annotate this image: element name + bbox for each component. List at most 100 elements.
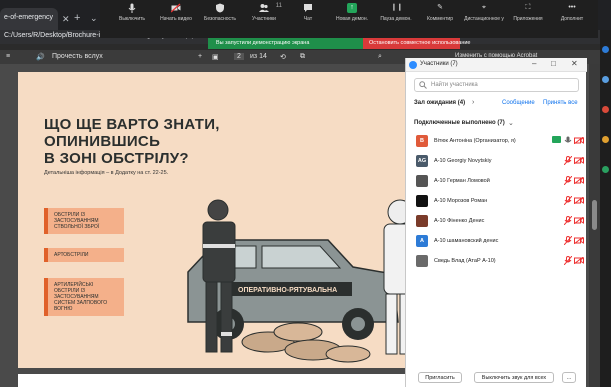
more-button[interactable]: ••• Дополнит (548, 3, 596, 22)
browser-sidebar (600, 30, 611, 387)
search-icon[interactable]: ⌕ (378, 53, 382, 61)
avatar: AG (416, 155, 428, 167)
video-off-icon[interactable] (574, 237, 584, 244)
video-off-icon[interactable] (574, 217, 584, 224)
new-tab-icon[interactable]: + (74, 12, 80, 24)
participant-row[interactable]: А А-10 шамановский денис (412, 234, 584, 250)
chevron-down-icon[interactable]: ⌄ (90, 13, 98, 24)
mute-button[interactable]: Выключить (108, 3, 156, 22)
connected-label[interactable]: Подключенные выполнено (7) (414, 120, 505, 126)
page-number-input[interactable]: 2 (234, 53, 244, 60)
accept-all-button[interactable]: Принять все (543, 100, 578, 106)
video-off-icon[interactable] (574, 137, 584, 144)
video-off-icon[interactable] (574, 197, 584, 204)
start-video-button[interactable]: Начать видео (152, 3, 200, 22)
participants-icon (259, 4, 269, 12)
participant-row[interactable]: Сведь Влад (АтаР А-10) (412, 254, 584, 270)
chat-icon (304, 4, 312, 12)
remote-control-button[interactable]: ⌖ Дистанционное у (460, 3, 508, 22)
video-off-icon[interactable] (574, 257, 584, 264)
read-aloud-icon[interactable]: 🔊 (36, 53, 45, 61)
close-tab-icon[interactable]: ✕ (62, 14, 70, 25)
avatar: В (416, 135, 428, 147)
minimize-icon[interactable]: – (532, 59, 536, 68)
new-share-button[interactable]: ↑ Новая демон. (328, 3, 376, 22)
mic-muted-icon[interactable] (564, 176, 572, 185)
stop-share-button[interactable]: Остановить совместное использование (363, 38, 471, 49)
more-label: Дополнит (560, 16, 584, 22)
mute-all-button[interactable]: Выключить звук для всех (474, 372, 554, 383)
fit-page-icon[interactable]: ▣ (212, 53, 219, 61)
two-page-icon[interactable]: ⧉ (300, 53, 305, 61)
participant-row[interactable]: А-10 Герман Ломовой (412, 174, 584, 190)
search-icon (419, 81, 427, 89)
sidebar-app-icon[interactable] (602, 106, 609, 113)
zoom-meeting-toolbar: Выключить Начать видео Безопасность 11 У… (100, 0, 598, 38)
video-off-icon[interactable] (574, 157, 584, 164)
participants-button[interactable]: 11 Участники (240, 3, 288, 22)
tab-title: e-of-emergency (4, 14, 54, 21)
participant-name: А-10 Georgiy Novytskiy (434, 158, 492, 164)
sidebar-app-icon[interactable] (602, 136, 609, 143)
panel-title: Участники (7) (420, 61, 458, 67)
chat-label: Чат (303, 16, 313, 22)
participant-row[interactable]: AG А-10 Georgiy Novytskiy (412, 154, 584, 170)
rotate-icon[interactable]: ⟲ (280, 53, 286, 61)
mic-muted-icon[interactable] (564, 196, 572, 205)
participant-row[interactable]: В Вітюк Антоніна (Организатор, я) (412, 134, 584, 150)
security-button[interactable]: Безопасность (196, 3, 244, 22)
sidebar-app-icon[interactable] (602, 166, 609, 173)
more-options-button[interactable]: ... (562, 372, 576, 383)
read-aloud-button[interactable]: Прочесть вслух (52, 53, 103, 60)
chat-button[interactable]: Чат (284, 3, 332, 22)
close-icon[interactable]: ✕ (571, 59, 578, 68)
chevron-right-icon[interactable]: › (472, 99, 474, 106)
shield-icon (216, 3, 224, 13)
sidebar-app-icon[interactable] (602, 46, 609, 53)
waiting-room-label[interactable]: Зал ожидания (4) (414, 100, 465, 106)
video-off-icon[interactable] (574, 177, 584, 184)
page-title: ЩО ЩЕ ВАРТО ЗНАТИ, ОПИНИВШИСЬ В ЗОНІ ОБС… (44, 116, 220, 167)
mic-muted-icon[interactable] (564, 216, 572, 225)
mic-muted-icon[interactable] (564, 236, 572, 245)
remote-control-label: Дистанционное у (464, 16, 504, 22)
participant-name: А-10 Фіненко Денис (434, 218, 485, 224)
participants-panel: Участники (7) – □ ✕ Найти участника Зал … (405, 58, 587, 387)
pause-share-button[interactable]: ❙❙ Пауза демон. (372, 3, 420, 22)
apps-button[interactable]: ⛶ Приложения (504, 3, 552, 22)
invite-button[interactable]: Пригласить (418, 372, 462, 383)
avatar: А (416, 235, 428, 247)
more-icon: ••• (568, 4, 576, 11)
menu-icon[interactable]: ≡ (6, 53, 10, 60)
apps-icon: ⛶ (525, 4, 531, 11)
participant-row[interactable]: А-10 Морозов Роман (412, 194, 584, 210)
participant-search-input[interactable]: Найти участника (414, 78, 579, 92)
sidebar-app-icon[interactable] (602, 76, 609, 83)
participant-name: А-10 шамановский денис (434, 238, 499, 244)
mic-muted-icon[interactable] (564, 256, 572, 265)
waiting-message-button[interactable]: Сообщение (502, 100, 535, 106)
stop-share-text: Остановить совместное использование (369, 40, 471, 46)
mute-label: Выключить (118, 16, 146, 22)
participants-label: Участники (252, 16, 276, 22)
video-off-icon (171, 3, 181, 13)
browser-tab[interactable]: e-of-emergency (0, 8, 58, 30)
panel-header: Участники (7) – □ ✕ (406, 58, 587, 72)
participant-name: Вітюк Антоніна (Организатор, я) (434, 138, 516, 144)
page-total: из 14 (250, 53, 267, 60)
participant-row[interactable]: А-10 Фіненко Денис (412, 214, 584, 230)
microphone-icon[interactable] (564, 136, 572, 145)
zoom-in-icon[interactable]: + (198, 53, 202, 60)
annotate-button[interactable]: ✎ Комментир (416, 3, 464, 22)
mic-muted-icon[interactable] (564, 156, 572, 165)
avatar (416, 215, 428, 227)
maximize-icon[interactable]: □ (551, 59, 556, 68)
avatar (416, 255, 428, 267)
info-box-artillery: Артобстріли (44, 248, 124, 262)
apps-label: Приложения (513, 16, 543, 22)
scrollbar-thumb[interactable] (592, 200, 597, 230)
chevron-down-icon[interactable]: ⌄ (508, 119, 514, 127)
sharing-status: Вы запустили демонстрацию экрана (208, 38, 363, 49)
search-placeholder: Найти участника (431, 82, 478, 88)
share-screen-icon: ↑ (347, 3, 357, 13)
